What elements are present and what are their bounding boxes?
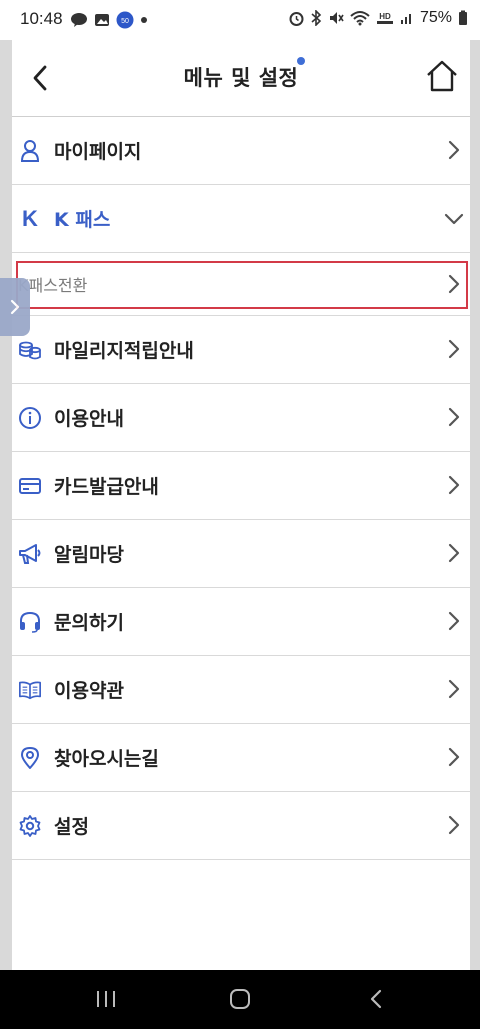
status-left-icons: 50 <box>70 11 148 29</box>
gallery-icon <box>95 14 109 26</box>
menu-list: 마이페이지 K K 패스 K패스전환 마일리지적립안내 이용안내 카드발급안내 <box>12 117 470 860</box>
svg-text:HD: HD <box>379 12 391 21</box>
menu-item-label: 설정 <box>54 816 89 838</box>
menu-item-label: 찾아오시는길 <box>54 748 159 770</box>
k-logo-icon: K <box>22 205 38 231</box>
home-icon <box>427 60 457 92</box>
chevron-right-icon <box>448 339 460 359</box>
chevron-right-icon <box>10 299 20 315</box>
screen-edge-right <box>470 40 480 970</box>
wifi-icon <box>350 11 370 26</box>
bluetooth-icon <box>311 10 322 26</box>
side-drawer-handle[interactable] <box>0 278 30 336</box>
battery-percent: 75% <box>419 9 452 26</box>
chevron-right-icon <box>448 274 460 294</box>
person-icon <box>18 139 42 163</box>
hd-voice-icon: HD <box>376 12 393 24</box>
menu-item-label: 이용약관 <box>54 680 124 702</box>
status-time: 10:48 <box>20 9 63 28</box>
home-button[interactable] <box>422 56 462 96</box>
menu-item-usage-guide[interactable]: 이용안내 <box>12 384 470 452</box>
location-pin-icon <box>18 746 42 770</box>
menu-item-label: 마일리지적립안내 <box>54 340 194 362</box>
menu-item-label: 마이페이지 <box>54 141 142 163</box>
chevron-right-icon <box>448 543 460 563</box>
book-icon <box>18 678 42 702</box>
status-right: HD 75% <box>289 9 468 27</box>
page-title: 메뉴 및 설정 <box>183 66 299 90</box>
menu-item-card-issue[interactable]: 카드발급안내 <box>12 452 470 520</box>
highlight-box <box>16 261 468 309</box>
menu-item-inquiry[interactable]: 문의하기 <box>12 588 470 656</box>
recent-apps-icon <box>97 991 115 1007</box>
card-icon <box>18 474 42 498</box>
chevron-right-icon <box>448 747 460 767</box>
menu-item-label: 카드발급안내 <box>54 476 159 498</box>
app-icon: 50 <box>116 11 134 29</box>
home-circle-icon <box>230 989 250 1009</box>
mute-icon <box>329 12 344 24</box>
chevron-right-icon <box>448 407 460 427</box>
menu-item-label: 알림마당 <box>54 544 124 566</box>
menu-subitem-kpass-switch[interactable]: K패스전환 <box>12 253 470 316</box>
screen-edge-left <box>0 40 12 970</box>
header: 메뉴 및 설정 <box>12 40 470 117</box>
status-bar: 10:48 50 HD 75% <box>0 0 480 40</box>
headset-icon <box>18 610 42 634</box>
notification-dot <box>297 57 305 65</box>
chevron-right-icon <box>448 679 460 699</box>
menu-item-label: 문의하기 <box>54 612 124 634</box>
menu-item-mileage[interactable]: 마일리지적립안내 <box>12 316 470 384</box>
menu-item-directions[interactable]: 찾아오시는길 <box>12 724 470 792</box>
talk-icon <box>71 13 87 27</box>
alarm-icon <box>289 11 304 26</box>
system-nav-bar <box>0 970 480 1029</box>
info-icon <box>18 406 42 430</box>
chevron-right-icon <box>448 611 460 631</box>
chevron-down-icon <box>444 213 464 225</box>
coins-icon <box>18 338 42 362</box>
chevron-right-icon <box>448 475 460 495</box>
recent-apps-button[interactable] <box>86 984 126 1014</box>
menu-item-label: K 패스 <box>54 209 111 231</box>
back-nav-button[interactable] <box>356 984 396 1014</box>
svg-text:50: 50 <box>121 18 129 25</box>
dot-icon <box>141 17 147 23</box>
menu-item-label: 이용안내 <box>54 408 124 430</box>
megaphone-icon <box>18 542 42 566</box>
chevron-right-icon <box>448 815 460 835</box>
gear-icon <box>18 814 42 838</box>
menu-item-mypage[interactable]: 마이페이지 <box>12 117 470 185</box>
chevron-right-icon <box>448 140 460 160</box>
menu-item-kpass[interactable]: K K 패스 <box>12 185 470 253</box>
signal-icon <box>400 14 411 24</box>
home-nav-button[interactable] <box>220 984 260 1014</box>
menu-item-terms[interactable]: 이용약관 <box>12 656 470 724</box>
battery-icon <box>459 10 467 25</box>
menu-item-settings[interactable]: 설정 <box>12 792 470 860</box>
menu-item-notices[interactable]: 알림마당 <box>12 520 470 588</box>
back-icon <box>370 989 382 1009</box>
